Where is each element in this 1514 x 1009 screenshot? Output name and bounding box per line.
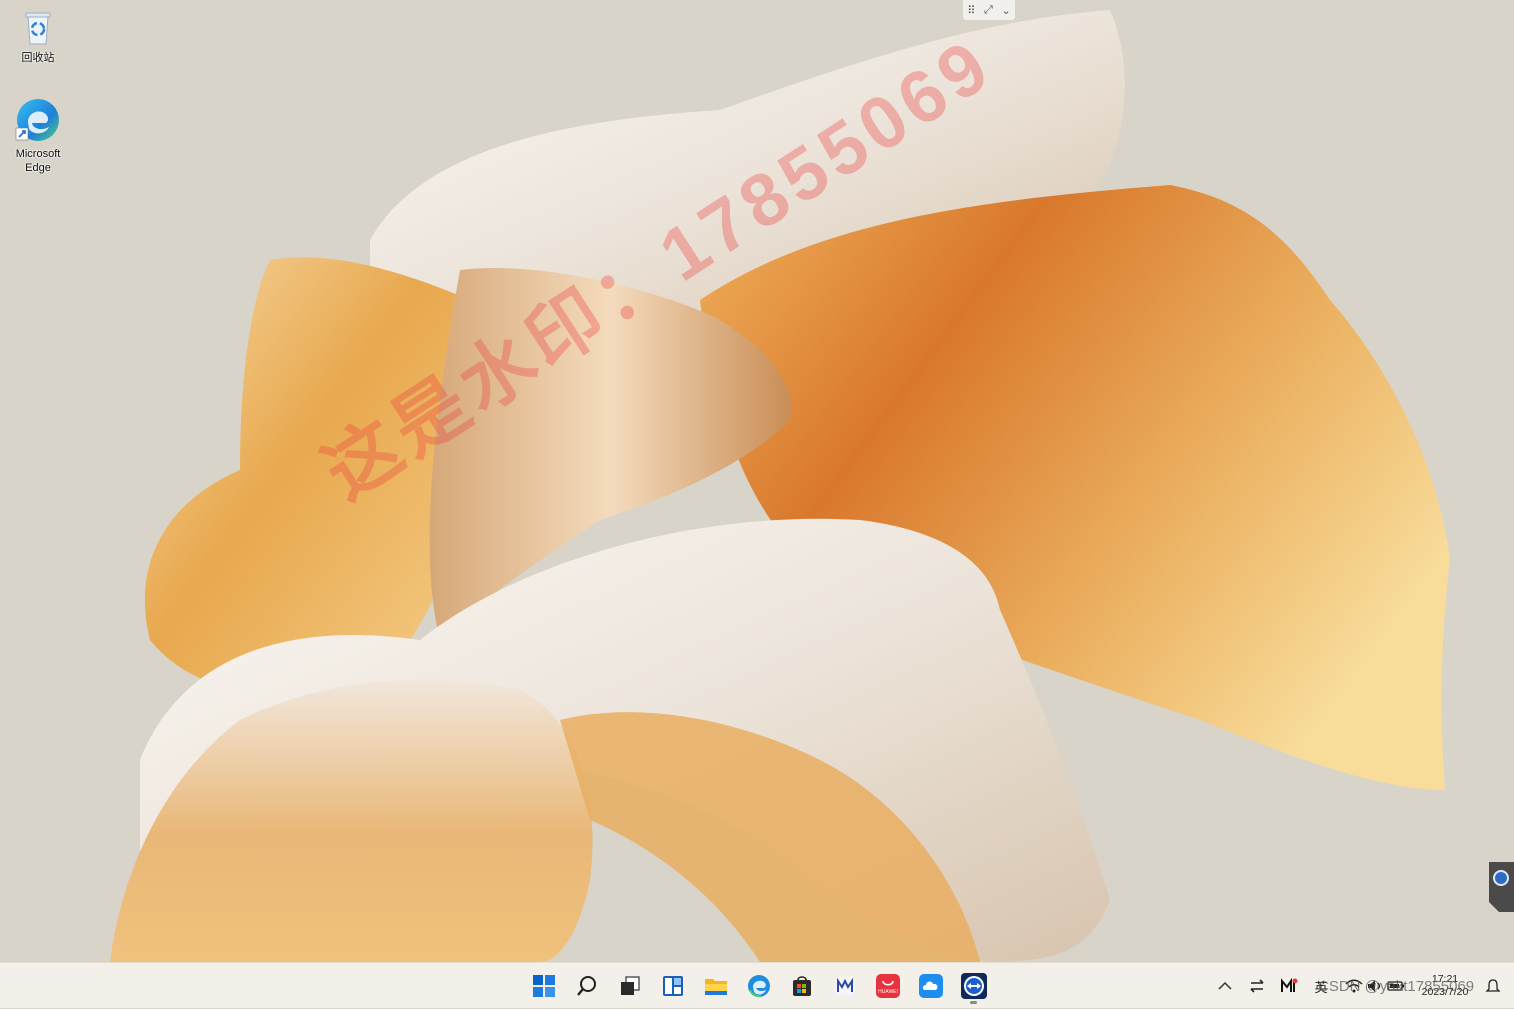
taskbar-apps: HUAWEI (525, 963, 992, 1009)
task-view-button[interactable] (611, 968, 648, 1005)
file-explorer-button[interactable] (697, 968, 734, 1005)
running-indicator (970, 1000, 977, 1004)
cloud-button[interactable] (912, 968, 949, 1005)
store-button[interactable] (783, 968, 820, 1005)
search-button[interactable] (568, 968, 605, 1005)
chevron-down-icon[interactable]: ⌄ (1001, 4, 1010, 17)
mail-app-icon (834, 977, 855, 995)
huawei-icon: HUAWEI (875, 974, 900, 998)
desktop: 这是水印：17855069 回收站 Microsoft Edge ⠿ ⤢ ⌄ (0, 0, 1514, 962)
edge-shortcut[interactable]: Microsoft Edge (6, 96, 70, 175)
folder-icon (704, 979, 727, 995)
edge-button[interactable] (740, 968, 777, 1005)
huawei-label: HUAWEI (878, 989, 898, 995)
task-view-icon (620, 976, 640, 995)
notification-icon (1485, 979, 1501, 992)
chevron-up-icon (1218, 981, 1232, 990)
grip-icon[interactable]: ⠿ (967, 4, 975, 17)
cloud-icon (918, 974, 943, 998)
widgets-icon (662, 976, 683, 996)
store-icon (792, 976, 811, 996)
transfer-icon (1250, 979, 1264, 993)
edge-label-line2: Edge (25, 162, 51, 174)
widgets-button[interactable] (654, 968, 691, 1005)
teamviewer-side-panel[interactable] (1489, 862, 1514, 912)
search-icon (576, 976, 596, 996)
mail-app-button[interactable] (826, 968, 863, 1005)
gmail-icon (1281, 978, 1298, 992)
taskbar: HUAWEI 英 17:21 2023/7/20 (0, 962, 1514, 1008)
expand-icon[interactable]: ⤢ (984, 4, 993, 17)
teamviewer-button[interactable] (955, 968, 992, 1005)
recycle-bin-shortcut[interactable]: 回收站 (6, 8, 70, 65)
edge-label-line1: Microsoft (15, 148, 61, 160)
recycle-bin-icon (18, 8, 58, 48)
show-hidden-icons-button[interactable] (1212, 971, 1238, 1001)
huawei-appgallery-button[interactable]: HUAWEI (869, 968, 906, 1005)
edge-icon (14, 96, 62, 144)
teamviewer-icon (1493, 870, 1509, 886)
start-button[interactable] (525, 968, 562, 1005)
recycle-bin-label: 回收站 (21, 52, 55, 64)
wallpaper (0, 0, 1514, 962)
windows-start-icon (532, 975, 555, 997)
edge-icon (747, 975, 770, 998)
notification-button[interactable] (1480, 971, 1506, 1001)
transfer-tray-button[interactable] (1244, 971, 1270, 1001)
teamviewer-icon (960, 973, 987, 999)
csdn-credit-watermark: CSDN @yakt17855069 (1318, 978, 1475, 995)
gmail-tray-button[interactable] (1276, 971, 1302, 1001)
remote-session-bar[interactable]: ⠿ ⤢ ⌄ (963, 0, 1015, 20)
